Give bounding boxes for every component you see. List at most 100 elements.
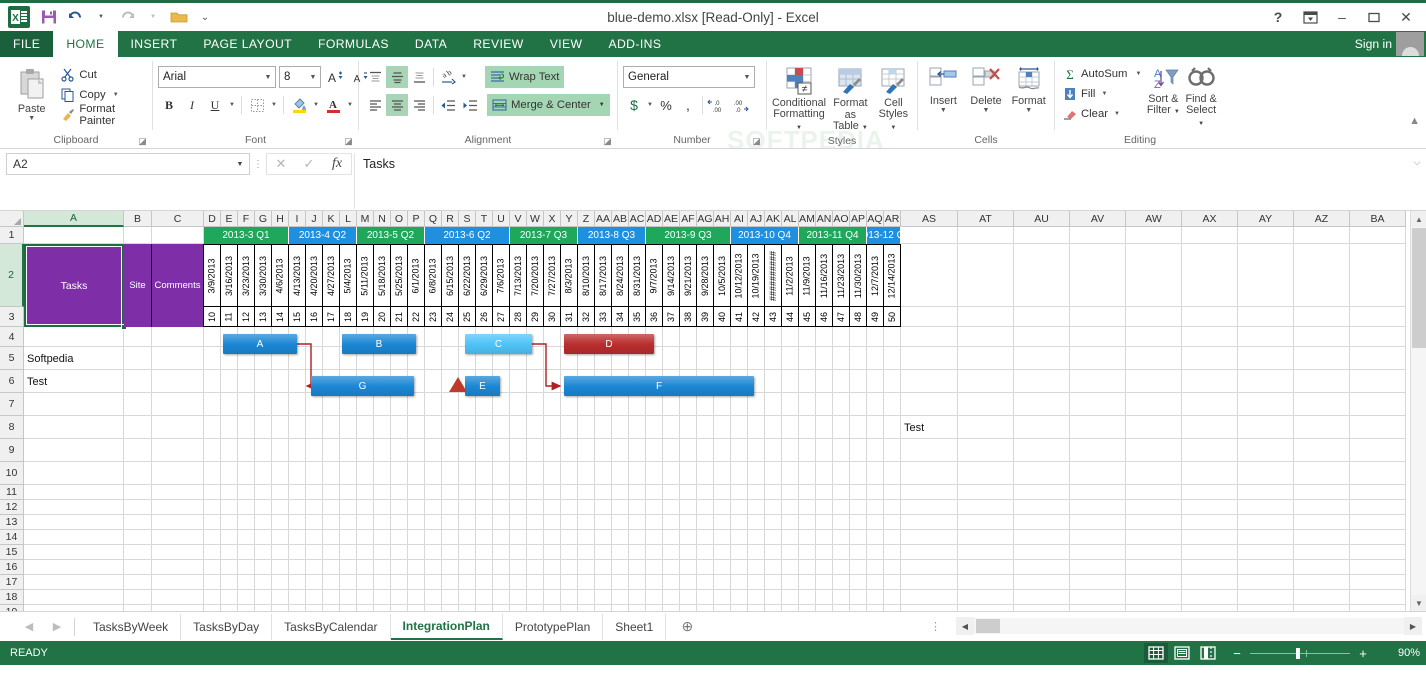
week-number-cell[interactable]: 33 [595,307,612,327]
cell[interactable] [765,462,782,485]
gantt-bar-e[interactable]: E [465,376,500,396]
cell[interactable] [816,575,833,590]
cell[interactable] [221,485,238,500]
cell[interactable] [731,347,748,370]
cell[interactable] [476,393,493,416]
cell[interactable] [527,393,544,416]
cell[interactable] [816,530,833,545]
cell[interactable] [646,590,663,605]
cell[interactable] [1182,393,1238,416]
cell[interactable] [816,545,833,560]
cell[interactable] [561,485,578,500]
cell[interactable] [1350,545,1406,560]
cell[interactable] [306,515,323,530]
column-header-r[interactable]: R [442,211,459,227]
column-header-ae[interactable]: AE [663,211,680,227]
cell[interactable] [340,590,357,605]
cell[interactable] [782,485,799,500]
cell[interactable] [958,545,1014,560]
cell[interactable] [958,244,1014,307]
ribbon-tab-page-layout[interactable]: PAGE LAYOUT [190,31,305,57]
cell[interactable] [833,560,850,575]
cell[interactable] [799,485,816,500]
column-header-m[interactable]: M [357,211,374,227]
week-date-cell[interactable]: 5/25/2013 [391,244,408,307]
cell[interactable] [442,462,459,485]
week-number-cell[interactable]: 35 [629,307,646,327]
cell[interactable] [391,590,408,605]
week-date-cell[interactable]: 11/2/2013 [782,244,799,307]
cell[interactable] [799,462,816,485]
week-number-cell[interactable]: 11 [221,307,238,327]
cell[interactable] [1238,227,1294,244]
cell[interactable] [884,515,901,530]
horizontal-scroll-track[interactable] [974,618,1404,634]
previous-sheet-button[interactable]: ◀ [18,617,40,637]
cell[interactable] [714,327,731,347]
week-date-cell[interactable]: 5/4/2013 [340,244,357,307]
cell[interactable] [833,439,850,462]
fill-dropdown-arrow[interactable]: ▼ [1101,91,1107,97]
decrease-decimal-button[interactable]: .00.0 [728,94,750,116]
cell[interactable] [255,462,272,485]
week-date-cell[interactable]: 8/31/2013 [629,244,646,307]
cell[interactable] [204,439,221,462]
week-number-cell[interactable]: 20 [374,307,391,327]
quarter-header[interactable]: 2013-12 Q4 [867,227,901,244]
cell[interactable] [958,416,1014,439]
column-header-ba[interactable]: BA [1350,211,1406,227]
week-date-cell[interactable]: 6/29/2013 [476,244,493,307]
number-dialog-launcher[interactable]: ◪ [751,136,762,147]
zoom-out-button[interactable]: − [1230,646,1244,661]
cell[interactable] [323,393,340,416]
cell[interactable] [306,590,323,605]
cell[interactable] [833,327,850,347]
cell[interactable] [289,393,306,416]
cell[interactable] [1182,416,1238,439]
week-date-cell[interactable]: 11/16/2013 [816,244,833,307]
cell[interactable] [459,575,476,590]
cell[interactable] [425,560,442,575]
week-number-cell[interactable]: 28 [510,307,527,327]
cell[interactable] [799,500,816,515]
week-number-cell[interactable]: 36 [646,307,663,327]
cell[interactable] [493,545,510,560]
column-header-at[interactable]: AT [958,211,1014,227]
column-header-al[interactable]: AL [782,211,799,227]
week-number-cell[interactable]: 45 [799,307,816,327]
column-header-av[interactable]: AV [1070,211,1126,227]
cell[interactable] [408,500,425,515]
cell[interactable] [1238,370,1294,393]
cell[interactable] [289,560,306,575]
cell[interactable] [816,560,833,575]
cell[interactable] [544,485,561,500]
cell[interactable] [476,462,493,485]
cell[interactable] [289,590,306,605]
cell[interactable] [374,485,391,500]
cell[interactable] [629,439,646,462]
cell[interactable] [152,393,204,416]
align-middle-button[interactable] [386,66,408,88]
row-header-9[interactable]: 9 [0,439,24,462]
cell[interactable] [1070,575,1126,590]
decrease-indent-button[interactable] [437,94,459,116]
cell[interactable] [221,462,238,485]
cell[interactable] [1350,560,1406,575]
cell[interactable] [765,327,782,347]
cell[interactable] [595,515,612,530]
cell[interactable] [221,416,238,439]
cell[interactable] [663,485,680,500]
cell[interactable] [323,485,340,500]
cell[interactable] [459,590,476,605]
cell[interactable] [24,393,124,416]
cell[interactable] [272,462,289,485]
cell[interactable] [1350,327,1406,347]
cell[interactable] [1182,485,1238,500]
cell[interactable] [152,485,204,500]
sign-in-link[interactable]: Sign in [1355,31,1392,57]
column-header-n[interactable]: N [374,211,391,227]
cell[interactable] [1294,515,1350,530]
cell[interactable] [816,590,833,605]
cell[interactable] [714,545,731,560]
cell[interactable] [374,545,391,560]
